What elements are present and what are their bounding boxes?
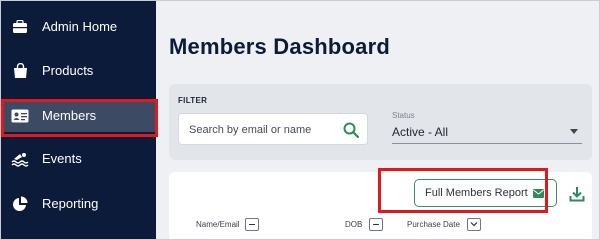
status-label: Status [392,111,415,120]
sidebar-item-products[interactable]: Products [0,55,156,87]
caret-down-icon [570,129,578,134]
column-collapse-button[interactable] [244,217,259,231]
search-icon[interactable] [342,121,360,139]
status-underline [392,143,582,144]
page-title: Members Dashboard [169,34,391,59]
sidebar-item-label: Reporting [42,196,99,211]
chevron-down-icon [470,222,478,227]
column-header-dob: DOB [345,216,384,232]
filter-label: FILTER [178,96,208,105]
minus-icon [373,223,380,225]
sidebar-item-label: Admin Home [42,19,118,34]
column-label: Name/Email [196,219,240,229]
sidebar-item-label: Products [42,63,94,78]
column-header-name-email: Name/Email [196,216,259,232]
sidebar-item-label: Events [42,151,82,166]
shopping-bag-icon [11,62,29,80]
id-card-icon [11,107,29,125]
sidebar: Admin Home Products Members Events Repor… [0,0,158,240]
status-select[interactable]: Status Active - All [392,111,582,145]
search-input[interactable] [189,122,334,138]
search-box [178,113,368,145]
status-value: Active - All [392,125,449,139]
sidebar-item-events[interactable]: Events [0,143,156,175]
table-header: Name/Email DOB Purchase Date [185,216,585,234]
report-button-highlight [378,168,548,213]
column-label: Purchase Date [407,219,460,229]
sidebar-item-label: Members [42,108,97,123]
swimmer-icon [11,150,29,168]
column-sort-button[interactable] [466,217,481,231]
minus-icon [248,223,255,225]
pie-chart-icon [11,195,29,213]
filter-panel: FILTER Status Active - All [169,84,592,160]
sidebar-item-admin-home[interactable]: Admin Home [0,11,156,43]
sidebar-item-reporting[interactable]: Reporting [0,188,156,220]
download-icon[interactable] [569,186,585,202]
column-label: DOB [345,219,363,229]
column-header-purchase-date: Purchase Date [407,216,481,232]
column-collapse-button[interactable] [369,217,384,231]
sidebar-item-members[interactable]: Members [0,99,158,137]
briefcase-icon [11,18,29,36]
